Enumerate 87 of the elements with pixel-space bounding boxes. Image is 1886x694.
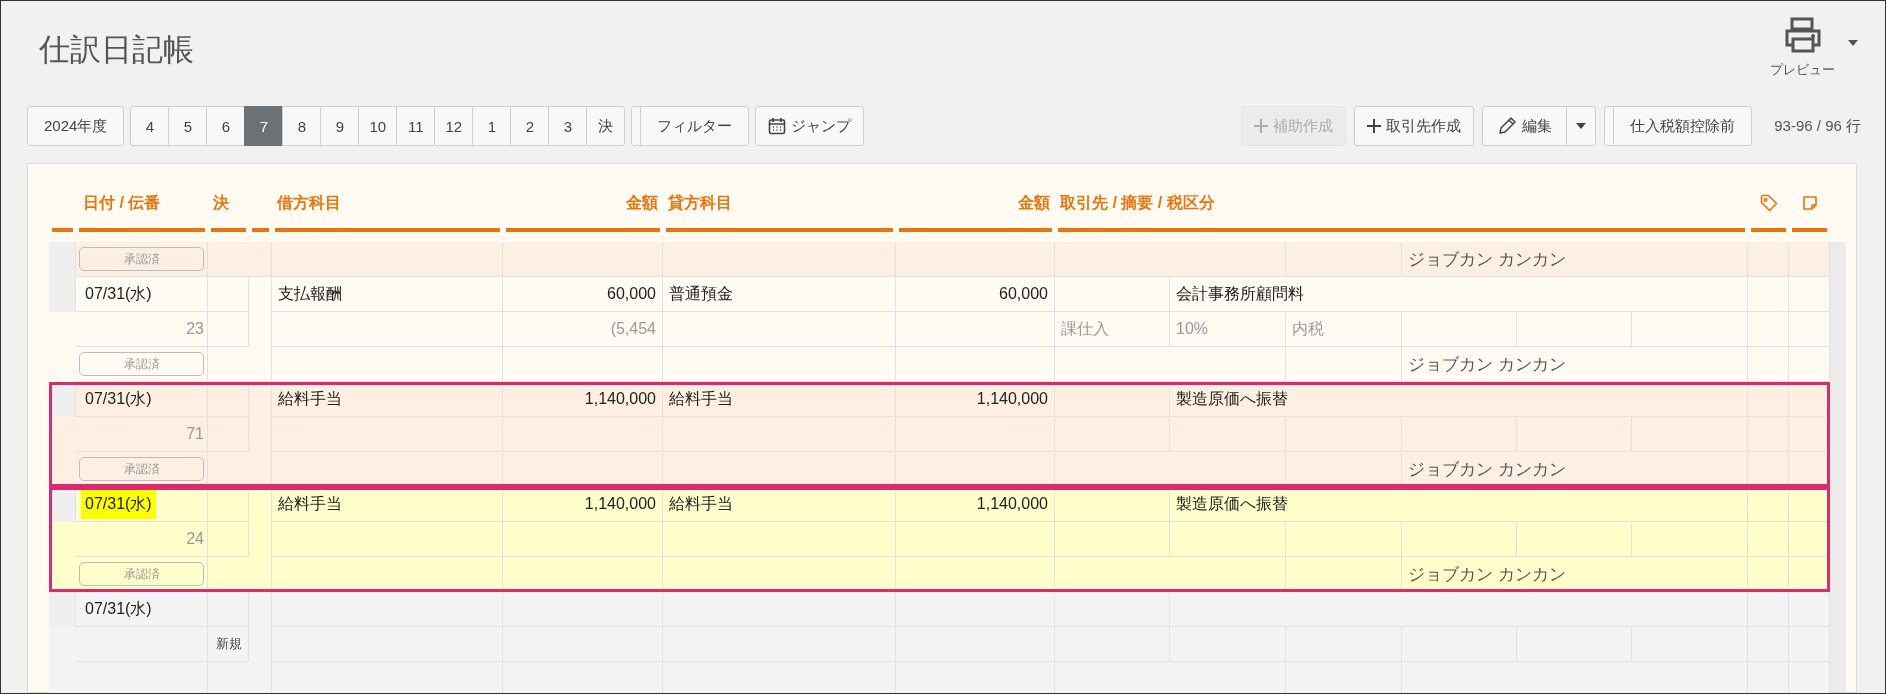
add-partner-button[interactable]: 取引先作成: [1354, 106, 1475, 146]
date-cell[interactable]: 07/31(水): [81, 594, 156, 624]
month-tab[interactable]: 11: [396, 106, 436, 146]
partner-name: ジョブカン カンカン: [1408, 353, 1566, 376]
partner-name: ジョブカン カンカン: [1408, 563, 1566, 586]
tax-category: 課仕入: [1061, 318, 1109, 339]
table-cell: [208, 417, 249, 452]
table-cell: [1748, 312, 1789, 347]
month-tab[interactable]: 10: [358, 106, 398, 146]
tax-rate: 10%: [1176, 320, 1209, 338]
table-cell: [1748, 487, 1789, 522]
preview-button[interactable]: プレビュー: [1770, 17, 1835, 79]
caret-icon: [1847, 39, 1859, 47]
jump-button[interactable]: ジャンプ: [755, 106, 865, 146]
description-cell-text: 製造原価へ振替: [1176, 493, 1288, 514]
month-tab[interactable]: 8: [282, 106, 322, 146]
journal-entry[interactable]: 承認済 ジョブカン カンカン: [49, 242, 1830, 277]
amount-cell: 1,140,000: [976, 495, 1048, 513]
credit-account: 給料手当: [669, 493, 733, 514]
note-icon: [1801, 195, 1818, 211]
month-tab[interactable]: 決: [586, 106, 626, 146]
debit-account: 支払報酬: [278, 283, 342, 304]
table-cell: [208, 312, 249, 347]
journal-entry[interactable]: 07/31(水) 支払報酬 60,000 普通預金 60,000 会計事務所顧問料 23 (5,454 課仕入 10% 内税 承認済 ジョブカン カンカン: [49, 277, 1830, 382]
table-cell: [1748, 382, 1789, 417]
page-title: 仕訳日記帳: [39, 31, 194, 69]
credit-account: 普通預金: [669, 283, 733, 304]
partner-name: ジョブカン カンカン: [1408, 458, 1566, 481]
amount-cell: 1,140,000: [584, 495, 656, 513]
table-cell: [208, 487, 249, 522]
debit-account: 給料手当: [278, 388, 342, 409]
tag-icon: [1759, 194, 1778, 212]
row-gutter: [49, 242, 76, 277]
month-tab[interactable]: 9: [320, 106, 360, 146]
credit-account: 給料手当: [669, 388, 733, 409]
table-cell: [208, 277, 249, 312]
voucher-number: 23: [186, 320, 204, 338]
amount-cell: 60,000: [999, 285, 1048, 303]
caret-icon: [1576, 123, 1587, 129]
tax-mode-button[interactable]: 仕入税額控除前: [1613, 106, 1753, 146]
table-cell: [1748, 277, 1789, 312]
status-label: 新規: [216, 635, 242, 653]
edit-button[interactable]: 編集: [1482, 106, 1568, 146]
amount-cell: 1,140,000: [584, 390, 656, 408]
tax-amount: (5,454: [610, 320, 656, 338]
amount-cell: 1,140,000: [976, 390, 1048, 408]
month-tab[interactable]: 7: [244, 106, 284, 146]
table-cell: [1748, 592, 1789, 627]
partner-name: ジョブカン カンカン: [1408, 248, 1566, 271]
voucher-number: 71: [186, 425, 204, 443]
amount-cell: 60,000: [607, 285, 656, 303]
pencil-icon: [1497, 116, 1518, 136]
month-tab[interactable]: 12: [434, 106, 474, 146]
debit-account: 給料手当: [278, 493, 342, 514]
row-gutter: [49, 487, 76, 522]
table-cell: [208, 522, 249, 557]
date-cell[interactable]: 07/31(水): [81, 489, 156, 519]
month-tab[interactable]: 2: [510, 106, 550, 146]
date-cell[interactable]: 07/31(水): [81, 384, 156, 414]
fiscal-year-button[interactable]: 2024年度: [27, 106, 125, 146]
tax-method: 内税: [1292, 318, 1324, 339]
table-cell: [208, 382, 249, 417]
filter-button[interactable]: フィルター: [640, 106, 750, 146]
month-tab[interactable]: 3: [548, 106, 588, 146]
month-tab[interactable]: 1: [472, 106, 512, 146]
table-cell: [1748, 417, 1789, 452]
calendar-icon: [768, 117, 787, 135]
row-gutter: [49, 592, 76, 627]
voucher-number: 24: [186, 530, 204, 548]
row-count: 93-96 / 96 行: [1774, 116, 1861, 136]
description-cell-text: 製造原価へ振替: [1176, 388, 1288, 409]
dropdown-button[interactable]: [1566, 106, 1597, 146]
journal-entry[interactable]: 07/31(水) 給料手当 1,140,000 給料手当 1,140,000 製造原価へ振替 24 承認済 ジョブカン カンカン: [49, 487, 1830, 592]
description-cell-text: 会計事務所顧問料: [1176, 283, 1304, 304]
month-tab[interactable]: 5: [168, 106, 208, 146]
plus-icon: [1254, 119, 1269, 133]
scrollbar[interactable]: [1830, 242, 1846, 692]
month-tab[interactable]: 6: [206, 106, 246, 146]
table-cell: [208, 592, 249, 627]
journal-entry[interactable]: 07/31(水) 新規: [49, 592, 1830, 693]
row-gutter: [49, 382, 76, 417]
month-tab[interactable]: 4: [130, 106, 170, 146]
journal-entry[interactable]: 07/31(水) 給料手当 1,140,000 給料手当 1,140,000 製造原価へ振替 71 承認済 ジョブカン カンカン: [49, 382, 1830, 487]
table-cell: [1748, 522, 1789, 557]
plus-icon: [1367, 119, 1382, 133]
row-gutter: [49, 277, 76, 312]
date-cell[interactable]: 07/31(水): [81, 279, 156, 309]
